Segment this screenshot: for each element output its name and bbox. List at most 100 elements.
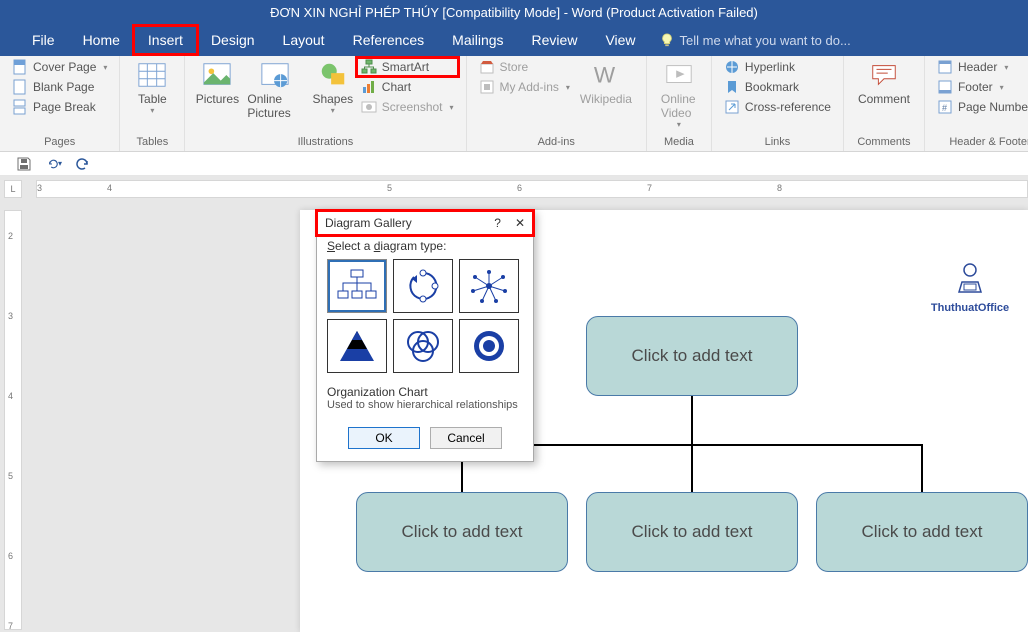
video-icon (664, 60, 694, 90)
shapes-button[interactable]: Shapes▾ (309, 58, 357, 115)
group-pages: Cover Page▾ Blank Page Page Break Pages (0, 56, 120, 151)
doc-title: ĐƠN XIN NGHỈ PHÉP THÚY [Compatibility Mo… (270, 5, 758, 20)
smartart-node-left[interactable]: Click to add text (356, 492, 568, 572)
page-number-icon: # (937, 99, 953, 115)
ruler-corner: L (4, 180, 22, 198)
smartart-node-top[interactable]: Click to add text (586, 316, 798, 396)
group-illustrations-label: Illustrations (193, 136, 457, 151)
diagram-description: Organization Chart Used to show hierarch… (327, 385, 523, 411)
diagram-type-cycle[interactable] (393, 259, 453, 313)
dialog-ok-button[interactable]: OK (348, 427, 420, 449)
cross-ref-button[interactable]: Cross-reference (720, 98, 835, 116)
tab-mailings[interactable]: Mailings (438, 26, 517, 54)
group-tables: Table▾ Tables (120, 56, 185, 151)
hyperlink-button[interactable]: Hyperlink (720, 58, 835, 76)
document-area: L 3 4 5 6 7 8 2 3 4 5 6 7 ThuthuatOffice… (0, 176, 1028, 632)
group-tables-label: Tables (128, 136, 176, 151)
tab-review[interactable]: Review (518, 26, 592, 54)
hruler-tick: 6 (517, 183, 522, 193)
dialog-help-button[interactable]: ? (494, 216, 501, 230)
tab-design[interactable]: Design (197, 26, 269, 54)
footer-button[interactable]: Footer▾ (933, 78, 1028, 96)
dialog-subtitle: Select a diagram type: (327, 239, 523, 253)
redo-button[interactable] (76, 156, 92, 172)
store-icon (479, 59, 495, 75)
hyperlink-icon (724, 59, 740, 75)
dialog-title: Diagram Gallery (325, 216, 412, 230)
screenshot-button[interactable]: Screenshot▾ (357, 98, 458, 116)
cross-reference-icon (724, 99, 740, 115)
diagram-type-org-chart[interactable] (327, 259, 387, 313)
group-links: Hyperlink Bookmark Cross-reference Links (712, 56, 844, 151)
ribbon: Cover Page▾ Blank Page Page Break Pages … (0, 56, 1028, 152)
group-header-footer: Header▾ Footer▾ #Page Number▾ Header & F… (925, 56, 1028, 151)
tell-me[interactable]: Tell me what you want to do... (660, 33, 851, 48)
watermark-logo: ThuthuatOffice (922, 260, 1018, 314)
page-break[interactable]: Page Break (8, 98, 111, 116)
cover-page[interactable]: Cover Page▾ (8, 58, 111, 76)
tab-layout[interactable]: Layout (269, 26, 339, 54)
tab-references[interactable]: References (339, 26, 439, 54)
comment-button[interactable]: Comment (852, 58, 916, 106)
smartart-button[interactable]: SmartArt (357, 58, 458, 76)
page-number-button[interactable]: #Page Number▾ (933, 98, 1028, 116)
tell-me-label: Tell me what you want to do... (680, 33, 851, 48)
dialog-cancel-button[interactable]: Cancel (430, 427, 502, 449)
bookmark-button[interactable]: Bookmark (720, 78, 835, 96)
vruler-tick: 2 (8, 231, 13, 241)
tab-view[interactable]: View (591, 26, 649, 54)
vruler-tick: 6 (8, 551, 13, 561)
titlebar: ĐƠN XIN NGHỈ PHÉP THÚY [Compatibility Mo… (0, 0, 1028, 24)
save-button[interactable] (16, 156, 32, 172)
diagram-type-venn[interactable] (393, 319, 453, 373)
store-button[interactable]: Store (475, 58, 574, 76)
hruler-tick: 5 (387, 183, 392, 193)
tab-insert[interactable]: Insert (134, 26, 197, 54)
horizontal-ruler[interactable]: 3 4 5 6 7 8 (36, 180, 1028, 198)
diagram-type-target[interactable] (459, 319, 519, 373)
group-comments-label: Comments (852, 136, 916, 151)
tab-home[interactable]: Home (69, 26, 134, 54)
group-addins: Store My Add-ins▾ WWikipedia Add-ins (467, 56, 647, 151)
table-button[interactable]: Table▾ (128, 58, 176, 115)
smartart-node-right[interactable]: Click to add text (816, 492, 1028, 572)
addins-icon (479, 79, 495, 95)
my-addins-button[interactable]: My Add-ins▾ (475, 78, 574, 96)
footer-icon (937, 79, 953, 95)
vruler-tick: 7 (8, 621, 13, 631)
quick-access-row: ▾ (0, 152, 1028, 176)
diagram-type-pyramid[interactable] (327, 319, 387, 373)
blank-page[interactable]: Blank Page (8, 78, 111, 96)
pictures-button[interactable]: Pictures (193, 58, 241, 106)
group-media: Online Video▾ Media (647, 56, 712, 151)
group-addins-label: Add-ins (475, 136, 638, 151)
online-pictures-icon (260, 60, 290, 90)
screenshot-icon (361, 99, 377, 115)
person-laptop-icon (948, 260, 992, 300)
svg-text:W: W (594, 63, 616, 88)
blank-page-icon (12, 79, 28, 95)
lightbulb-icon (660, 33, 674, 47)
page-icon (12, 59, 28, 75)
smartart-node-middle[interactable]: Click to add text (586, 492, 798, 572)
dialog-titlebar[interactable]: Diagram Gallery ? ✕ (317, 211, 533, 235)
group-links-label: Links (720, 136, 835, 151)
online-pictures-button[interactable]: Online Pictures (241, 58, 308, 120)
wikipedia-button[interactable]: WWikipedia (574, 58, 638, 106)
shapes-icon (318, 60, 348, 90)
undo-button[interactable]: ▾ (46, 156, 62, 172)
chart-button[interactable]: Chart (357, 78, 458, 96)
dialog-close-button[interactable]: ✕ (515, 216, 525, 230)
connector (691, 444, 693, 492)
vruler-tick: 3 (8, 311, 13, 321)
wikipedia-icon: W (591, 60, 621, 90)
vruler-tick: 5 (8, 471, 13, 481)
smartart-icon (361, 59, 377, 75)
header-icon (937, 59, 953, 75)
vertical-ruler[interactable]: 2 3 4 5 6 7 (4, 210, 22, 630)
group-illustrations: Pictures Online Pictures Shapes▾ SmartAr… (185, 56, 466, 151)
header-button[interactable]: Header▾ (933, 58, 1028, 76)
diagram-type-radial[interactable] (459, 259, 519, 313)
online-video-button[interactable]: Online Video▾ (655, 58, 703, 129)
tab-file[interactable]: File (18, 26, 69, 54)
